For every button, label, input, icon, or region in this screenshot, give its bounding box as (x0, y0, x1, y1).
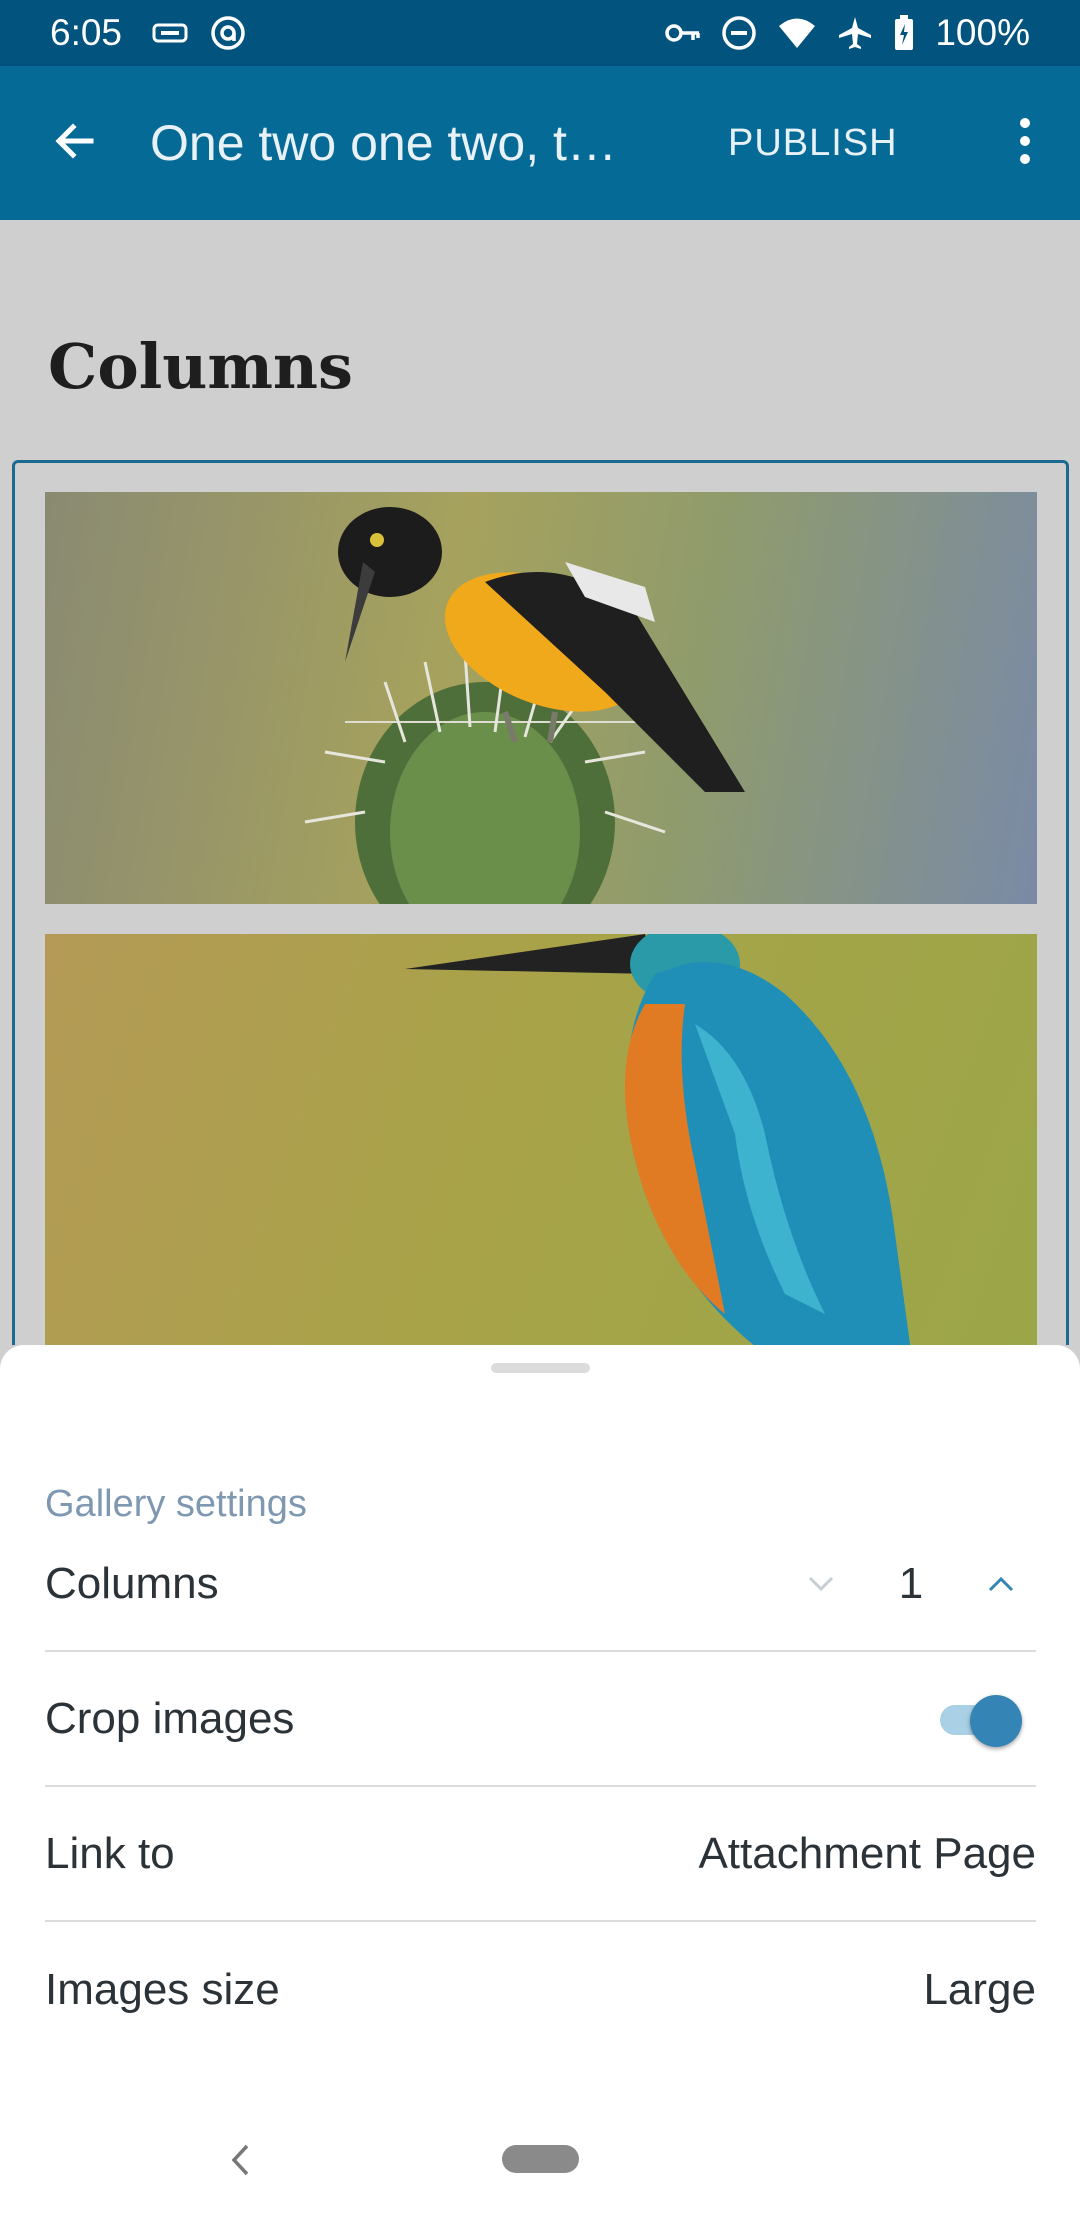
app-bar: One two one two, t… PUBLISH (0, 66, 1080, 220)
link-to-label: Link to (45, 1828, 175, 1878)
link-to-value[interactable]: Attachment Page (698, 1829, 1036, 1879)
nav-back-button[interactable] (220, 2140, 260, 2180)
bird-on-cactus-image[interactable] (45, 492, 1037, 904)
kingfisher-image[interactable] (45, 934, 1037, 1345)
publish-button[interactable]: PUBLISH (728, 122, 898, 165)
status-left-icons (152, 15, 246, 51)
heading-block[interactable]: Columns (48, 330, 353, 403)
at-sign-icon (210, 15, 246, 51)
wifi-icon (777, 17, 817, 49)
battery-charging-icon (893, 15, 915, 51)
decrement-button[interactable] (786, 1549, 856, 1619)
gallery-settings-sheet: Gallery settings Columns 1 Crop images L… (0, 1345, 1080, 2220)
do-not-disturb-icon (721, 15, 757, 51)
columns-stepper: 1 (786, 1549, 1036, 1619)
chevron-up-icon (988, 1576, 1014, 1591)
drag-handle[interactable] (491, 1363, 590, 1373)
post-title: One two one two, t… (150, 115, 617, 171)
more-options-button[interactable] (970, 66, 1080, 220)
images-size-label: Images size (45, 1964, 280, 2014)
nav-home-pill[interactable] (502, 2145, 579, 2173)
back-button[interactable] (0, 66, 150, 220)
editor-canvas: Columns (0, 220, 1080, 1345)
images-size-row[interactable]: Images size Large (45, 1922, 1036, 2057)
gallery-block[interactable] (12, 460, 1069, 1345)
crop-images-row: Crop images (45, 1652, 1036, 1787)
arrow-back-icon (51, 117, 99, 170)
status-time: 6:05 (50, 12, 123, 53)
status-right: 100% (665, 12, 1030, 54)
crop-images-label: Crop images (45, 1693, 295, 1743)
system-nav-bar (0, 2100, 1080, 2220)
columns-row: Columns 1 (45, 1517, 1036, 1652)
chevron-down-icon (808, 1576, 834, 1591)
increment-button[interactable] (966, 1549, 1036, 1619)
images-size-value[interactable]: Large (923, 1965, 1036, 2015)
link-to-row[interactable]: Link to Attachment Page (45, 1787, 1036, 1922)
more-vert-icon (1018, 116, 1032, 171)
crop-images-toggle[interactable] (934, 1689, 1026, 1749)
airplane-icon (837, 15, 873, 51)
status-bar: 6:05 100% (0, 0, 1080, 66)
columns-value: 1 (898, 1558, 924, 1608)
columns-label: Columns (45, 1558, 219, 1608)
toggle-thumb (970, 1694, 1022, 1747)
tag-icon (152, 21, 188, 45)
nav-back-icon (231, 2144, 249, 2176)
battery-percent: 100% (935, 12, 1030, 53)
vpn-key-icon (665, 21, 701, 45)
